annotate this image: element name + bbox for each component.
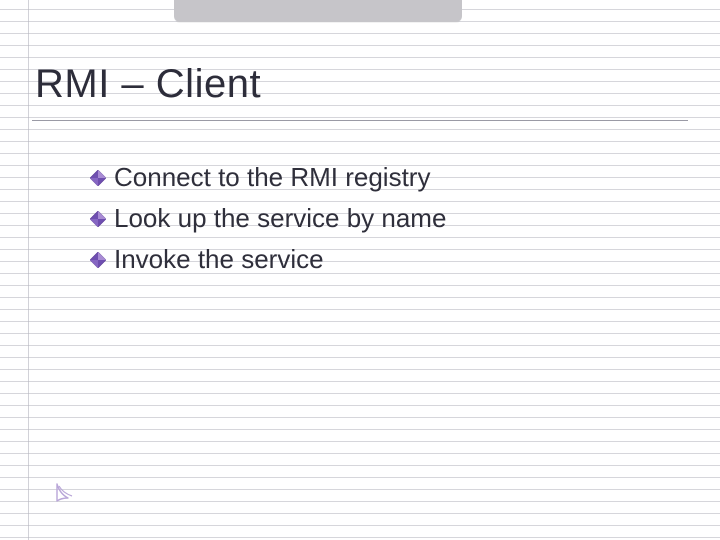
corner-mark-icon (56, 482, 82, 502)
title-underline (32, 120, 688, 121)
diamond-bullet-icon (90, 170, 106, 186)
list-item: Connect to the RMI registry (90, 160, 660, 195)
bullet-text: Look up the service by name (114, 201, 446, 236)
slide-title: RMI – Client (35, 62, 261, 107)
diamond-bullet-icon (90, 211, 106, 227)
bullet-text: Connect to the RMI registry (114, 160, 430, 195)
slide: RMI – Client Connect to the RMI registry (0, 0, 720, 540)
list-item: Look up the service by name (90, 201, 660, 236)
bullet-text: Invoke the service (114, 242, 324, 277)
list-item: Invoke the service (90, 242, 660, 277)
bullet-list: Connect to the RMI registry Look up the … (90, 160, 660, 283)
top-accent-bar (174, 0, 462, 22)
diamond-bullet-icon (90, 252, 106, 268)
